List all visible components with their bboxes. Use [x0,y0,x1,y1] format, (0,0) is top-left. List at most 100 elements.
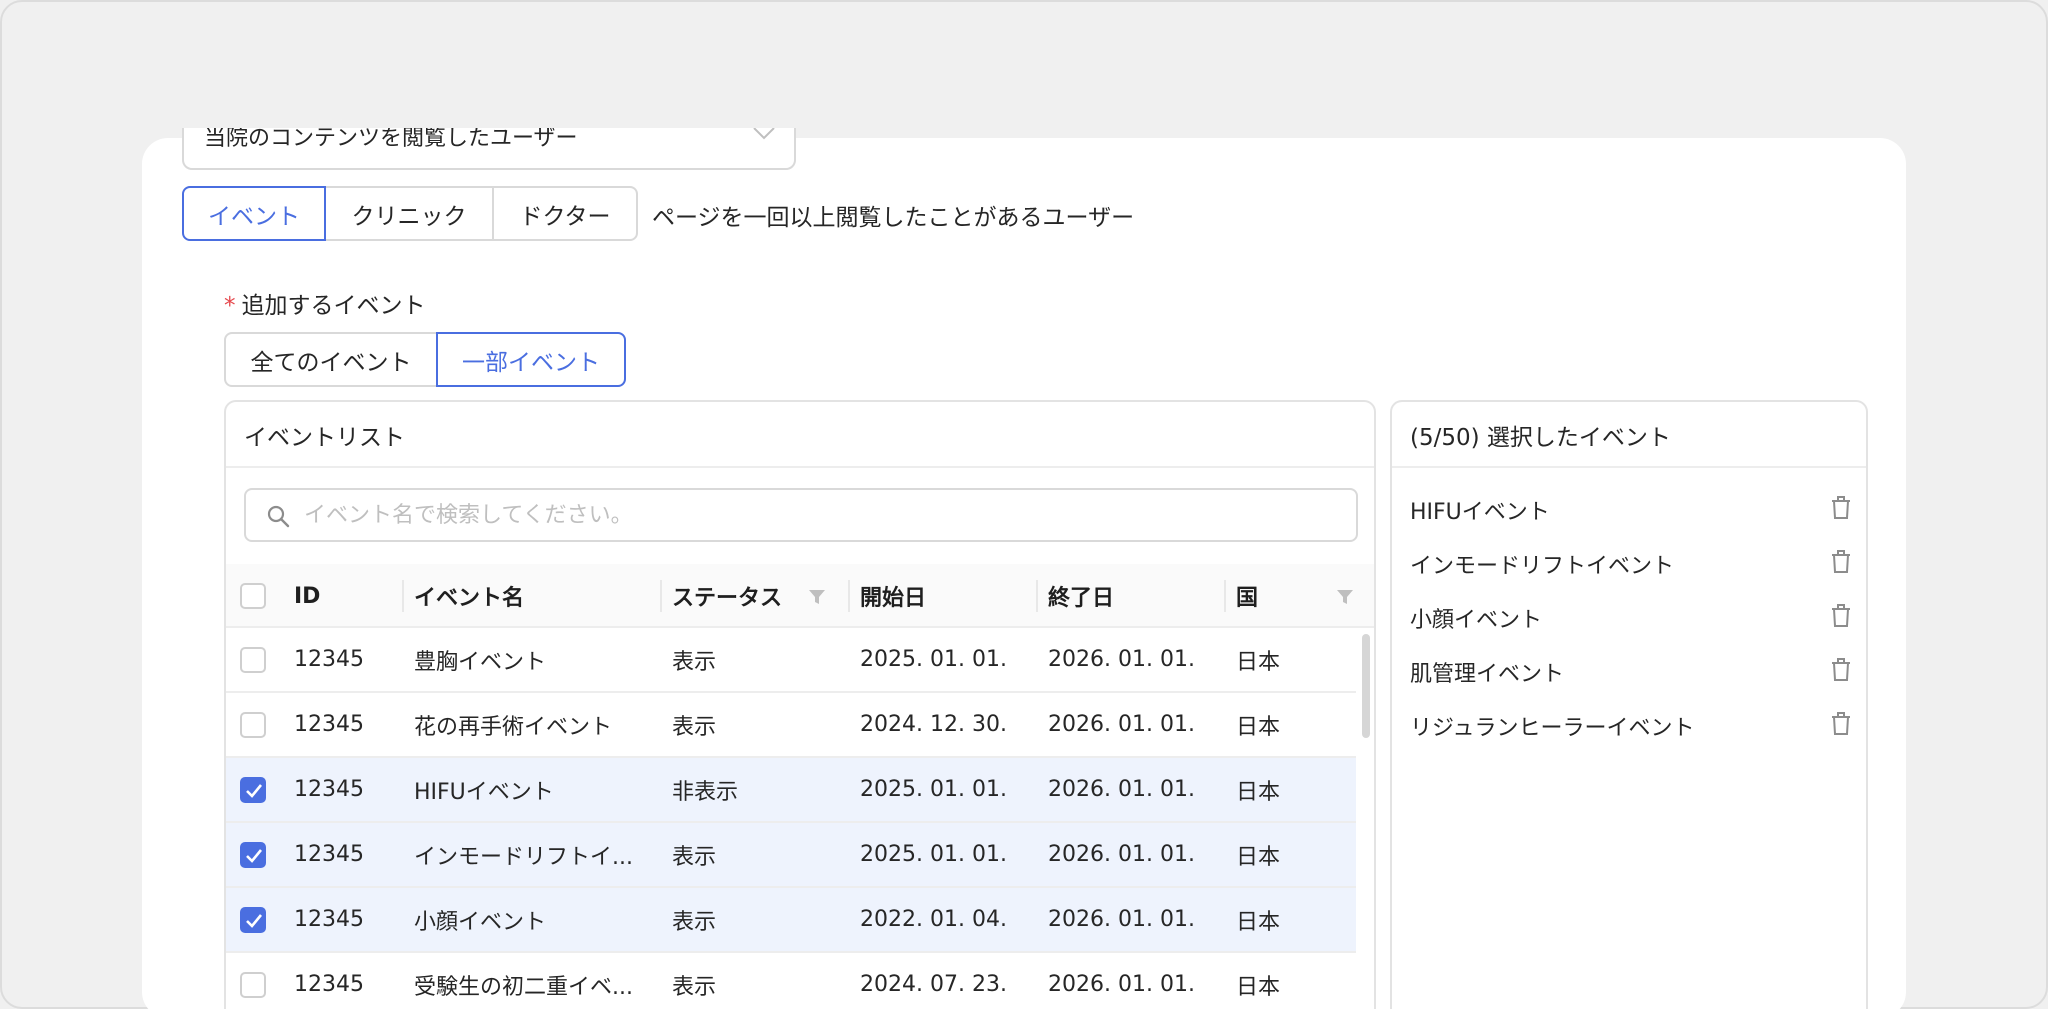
event-list-title: イベントリスト [244,425,405,451]
trash-icon[interactable] [1830,658,1852,686]
table-row[interactable]: 12345 インモードリフトイ... 表示 2025. 01. 01. 2026… [226,823,1356,888]
trash-icon[interactable] [1830,550,1852,578]
cell-id: 12345 [294,712,364,737]
cell-start-date: 2025. 01. 01. [860,842,1007,867]
tab-doctor-label: ドクター [519,203,611,230]
event-search-box[interactable] [244,488,1358,542]
selected-event-item: HIFUイベント [1410,482,1866,536]
selected-event-label: HIFUイベント [1410,500,1550,525]
cell-end-date: 2026. 01. 01. [1048,712,1195,737]
table-row[interactable]: 12345 花の再手術イベント 表示 2024. 12. 30. 2026. 0… [226,693,1356,758]
cell-name: 小顔イベント [414,909,547,935]
checkmark-icon [246,914,263,928]
column-status: ステータス [672,586,783,611]
cell-name: 花の再手術イベント [414,714,613,740]
cell-id: 12345 [294,647,364,672]
selected-event-item: リジュランヒーラーイベント [1410,698,1866,752]
column-separator [660,580,662,612]
column-id: ID [294,583,321,609]
partial-events-option[interactable]: 一部イベント [436,332,626,387]
chevron-down-icon [752,128,776,146]
all-events-label: 全てのイベント [250,349,412,376]
cell-status: 表示 [672,974,717,1000]
row-checkbox[interactable] [240,907,266,933]
cell-country: 日本 [1236,844,1281,870]
column-separator [1036,580,1038,612]
row-checkbox[interactable] [240,972,266,998]
tab-clinic-label: クリニック [351,203,467,230]
column-end-date: 終了日 [1048,586,1115,611]
cell-id: 12345 [294,777,364,802]
event-field-label-text: 追加するイベント [241,293,426,319]
audience-select[interactable]: 当院のコンテンツを閲覧したユーザー [182,128,796,170]
required-mark: * [224,293,236,319]
cell-end-date: 2026. 01. 01. [1048,907,1195,932]
selected-events-panel: (5/50) 選択したイベント HIFUイベント インモードリフトイベント 小顔… [1390,400,1868,1009]
selected-event-item: 肌管理イベント [1410,644,1866,698]
tab-event-label: イベント [208,203,300,230]
column-start-date: 開始日 [860,586,927,611]
selected-event-label: 肌管理イベント [1410,662,1565,687]
row-checkbox[interactable] [240,777,266,803]
event-field-label: * 追加するイベント [224,286,426,320]
tab-clinic[interactable]: クリニック [324,186,494,241]
checkmark-icon [246,849,263,863]
cell-end-date: 2026. 01. 01. [1048,777,1195,802]
cell-status: 非表示 [672,779,739,805]
cell-status: 表示 [672,649,717,675]
cell-start-date: 2025. 01. 01. [860,647,1007,672]
trash-icon[interactable] [1830,496,1852,524]
row-checkbox[interactable] [240,712,266,738]
table-row[interactable]: 12345 HIFUイベント 非表示 2025. 01. 01. 2026. 0… [226,758,1356,823]
cell-start-date: 2022. 01. 04. [860,907,1007,932]
cell-status: 表示 [672,714,717,740]
scrollbar-thumb[interactable] [1362,634,1370,738]
table-row[interactable]: 12345 小顔イベント 表示 2022. 01. 04. 2026. 01. … [226,888,1356,953]
cell-end-date: 2026. 01. 01. [1048,972,1195,997]
status-filter-icon[interactable] [808,588,826,610]
trash-icon[interactable] [1830,712,1852,740]
condition-description: ページを一回以上閲覧したことがあるユーザー [652,205,1135,231]
cell-start-date: 2024. 12. 30. [860,712,1007,737]
cell-country: 日本 [1236,779,1281,805]
column-separator [848,580,850,612]
table-row[interactable]: 12345 受験生の初二重イベ... 表示 2024. 07. 23. 2026… [226,953,1356,1009]
cell-name: HIFUイベント [414,779,554,805]
select-all-checkbox[interactable] [240,583,266,609]
all-events-option[interactable]: 全てのイベント [224,332,438,387]
cell-name: インモードリフトイ... [414,844,633,870]
column-separator [402,580,404,612]
column-name: イベント名 [414,586,525,611]
event-list-panel: イベントリスト ID イベント名 ステータス 開始日 [224,400,1376,1009]
cell-status: 表示 [672,844,717,870]
country-filter-icon[interactable] [1336,588,1354,610]
cell-end-date: 2026. 01. 01. [1048,647,1195,672]
tab-event[interactable]: イベント [182,186,326,241]
cell-id: 12345 [294,842,364,867]
cell-country: 日本 [1236,909,1281,935]
settings-card: 当院のコンテンツを閲覧したユーザー イベント クリニック ドクター ページを一回… [142,128,1906,1009]
selected-event-label: インモードリフトイベント [1410,554,1675,579]
selected-event-item: 小顔イベント [1410,590,1866,644]
table-row[interactable]: 12345 豊胸イベント 表示 2025. 01. 01. 2026. 01. … [226,628,1356,693]
table-header: ID イベント名 ステータス 開始日 終了日 国 [226,564,1374,628]
selected-event-item: インモードリフトイベント [1410,536,1866,590]
table-scrollbar[interactable] [1360,634,1372,1009]
column-country: 国 [1236,586,1259,611]
cell-end-date: 2026. 01. 01. [1048,842,1195,867]
cell-country: 日本 [1236,714,1281,740]
trash-icon[interactable] [1830,604,1852,632]
checkmark-icon [246,784,263,798]
partial-events-label: 一部イベント [462,349,600,376]
cell-name: 豊胸イベント [414,649,547,675]
divider [226,466,1374,468]
cell-start-date: 2024. 07. 23. [860,972,1007,997]
cell-country: 日本 [1236,974,1281,1000]
event-search-input[interactable] [304,490,1334,540]
row-checkbox[interactable] [240,842,266,868]
selected-event-label: リジュランヒーラーイベント [1410,716,1695,741]
selected-events-title: (5/50) 選択したイベント [1410,425,1671,451]
row-checkbox[interactable] [240,647,266,673]
cell-start-date: 2025. 01. 01. [860,777,1007,802]
tab-doctor[interactable]: ドクター [492,186,638,241]
